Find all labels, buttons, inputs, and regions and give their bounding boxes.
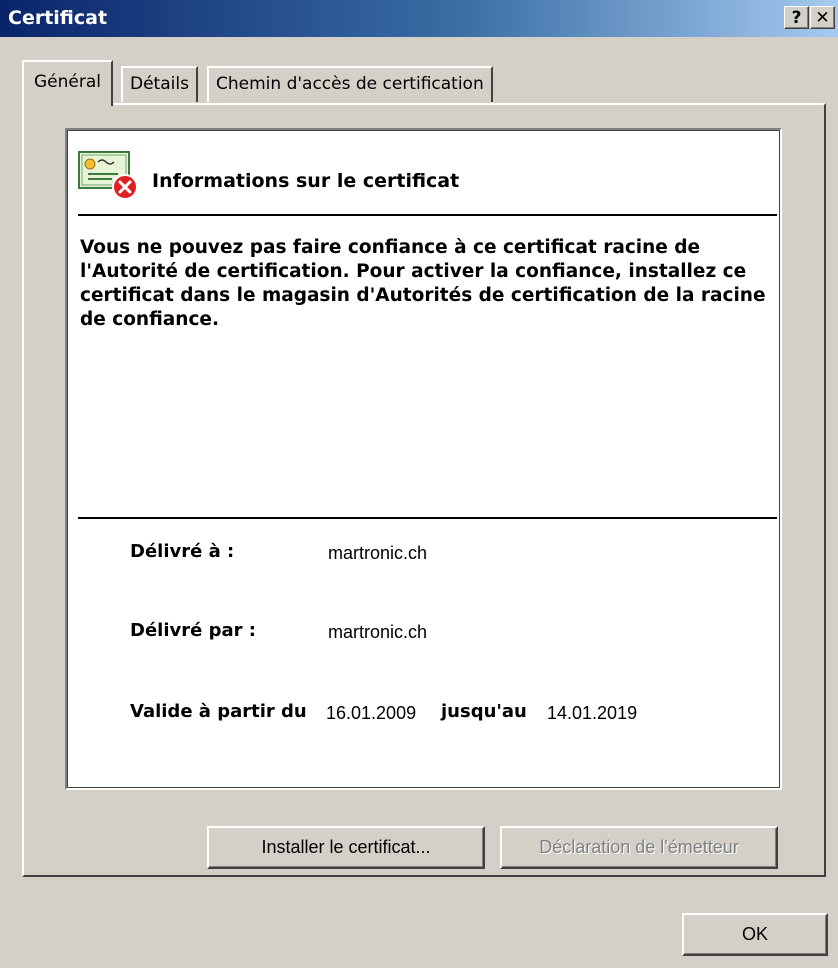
help-button[interactable]: ? — [784, 6, 809, 29]
info-title: Informations sur le certificat — [152, 170, 460, 192]
valid-to-label: jusqu'au — [441, 701, 527, 722]
close-button[interactable]: ✕ — [810, 6, 835, 29]
ok-button[interactable]: OK — [682, 913, 828, 956]
tab-certification-path[interactable]: Chemin d'accès de certification — [207, 66, 493, 102]
issued-to-label: Délivré à : — [130, 541, 235, 562]
divider — [78, 517, 777, 519]
valid-from-label: Valide à partir du — [130, 701, 307, 722]
divider — [78, 214, 777, 216]
valid-from-value: 16.01.2009 — [326, 703, 417, 723]
issued-to-value: martronic.ch — [328, 543, 428, 563]
issuer-statement-button[interactable]: Déclaration de l'émetteur — [500, 826, 778, 869]
issued-by-value: martronic.ch — [328, 622, 428, 642]
certificate-info-box — [65, 128, 782, 790]
trust-warning-message: Vous ne pouvez pas faire confiance à ce … — [80, 237, 766, 330]
certificate-error-icon — [78, 151, 138, 200]
title-bar: Certificat ? ✕ — [0, 0, 838, 37]
valid-to-value: 14.01.2019 — [547, 703, 638, 723]
install-certificate-button[interactable]: Installer le certificat... — [207, 826, 485, 869]
tab-general[interactable]: Général — [22, 60, 113, 106]
tab-details[interactable]: Détails — [121, 66, 198, 102]
issued-by-label: Délivré par : — [130, 620, 256, 641]
window-title: Certificat — [8, 7, 108, 29]
